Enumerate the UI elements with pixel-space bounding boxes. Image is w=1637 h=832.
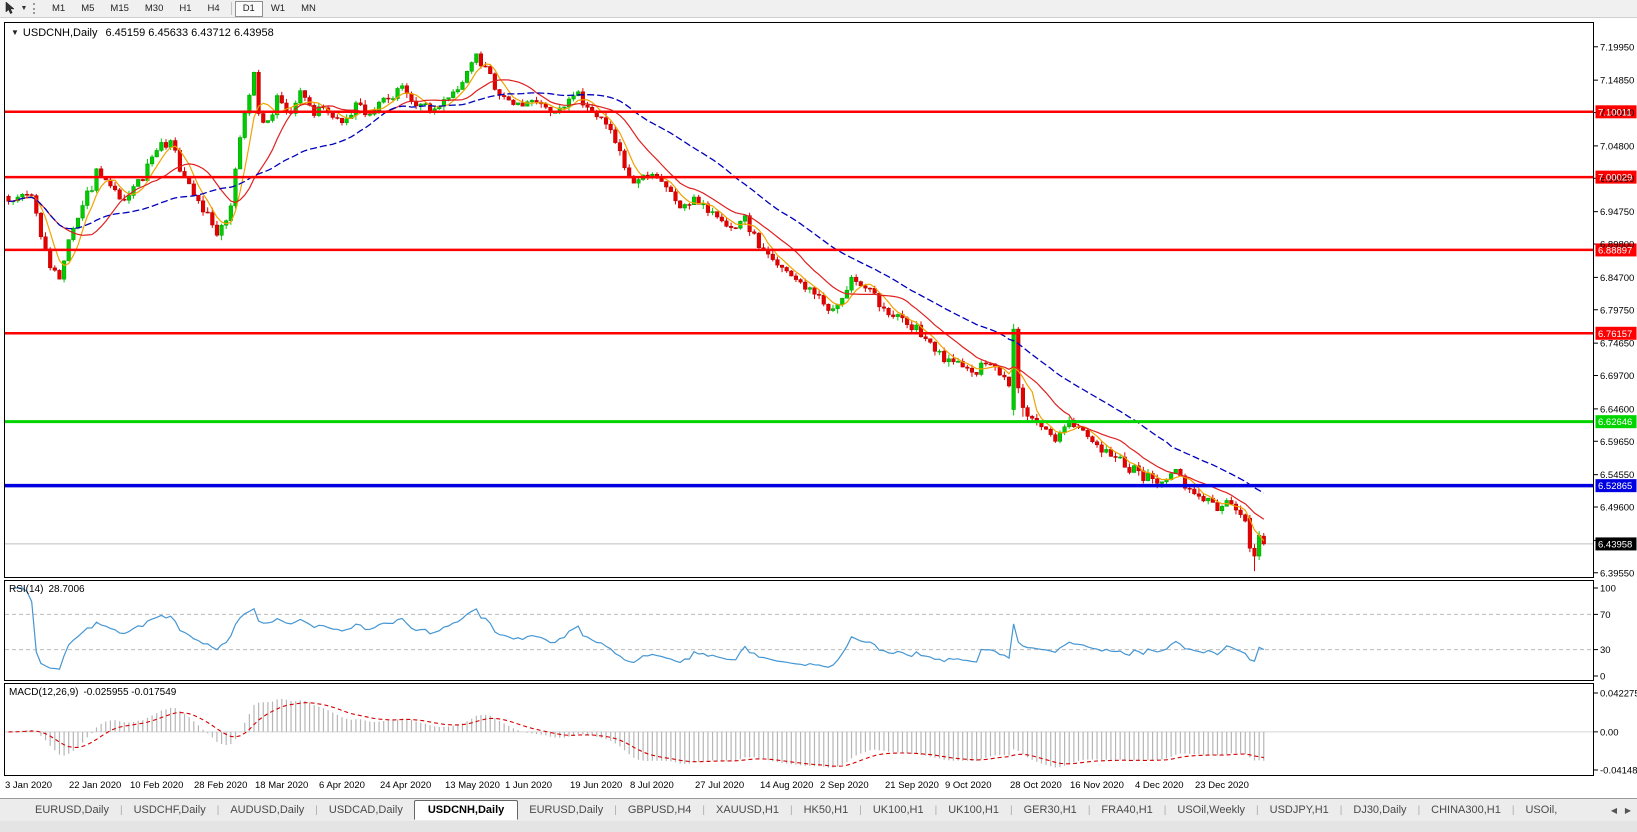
- level-price-label: 6.76157: [1598, 329, 1632, 340]
- svg-text:6.54550: 6.54550: [1600, 470, 1634, 481]
- mt4-window: ▼ M1 M5 M15 M30 H1 H4 D1 W1 MN ▼ USDCNH,Daily 6.45…: [0, 0, 1637, 832]
- tab-scroll-right-icon[interactable]: ▶: [1621, 803, 1635, 818]
- tab-scroll-left-icon[interactable]: ◀: [1607, 803, 1621, 818]
- date-axis: 3 Jan 2020 22 Jan 2020 10 Feb 2020 28 Feb 2…: [0, 777, 1637, 798]
- date-label: 23 Dec 2020: [1195, 780, 1249, 791]
- chart-tab-usdchf-daily[interactable]: USDCHF,Daily: [123, 801, 217, 819]
- chart-tab-gbpusd-h4[interactable]: GBPUSD,H4: [617, 801, 703, 819]
- date-label: 6 Apr 2020: [319, 780, 365, 791]
- svg-text:6.74650: 6.74650: [1600, 339, 1634, 350]
- ohlc-values: 6.45159 6.45633 6.43712 6.43958: [105, 27, 274, 39]
- level-price-label: 7.10011: [1598, 107, 1632, 118]
- chart-title: ▼ USDCNH,Daily 6.45159 6.45633 6.43712 6.4…: [11, 27, 274, 39]
- date-label: 22 Jan 2020: [69, 780, 122, 791]
- chart-tab-dj30-daily[interactable]: DJ30,Daily: [1342, 801, 1417, 819]
- chart-tab-china300-h1[interactable]: CHINA300,H1: [1420, 801, 1512, 819]
- date-label: 19 Jun 2020: [570, 780, 623, 791]
- chart-tab-bar: EURUSD,Daily | USDCHF,Daily | AUDUSD,Daily | U…: [0, 798, 1637, 821]
- svg-text:7.04800: 7.04800: [1600, 141, 1634, 152]
- date-label: 1 Jun 2020: [505, 780, 553, 791]
- svg-text:7.19950: 7.19950: [1600, 42, 1634, 53]
- date-label: 2 Sep 2020: [820, 780, 869, 791]
- svg-text:100: 100: [1600, 584, 1616, 595]
- macd-indicator-label: MACD(12,26,9) -0.025955 -0.017549: [9, 687, 181, 698]
- date-label: 13 May 2020: [445, 780, 500, 791]
- macd-title: MACD(12,26,9): [9, 687, 79, 698]
- svg-text:0.00: 0.00: [1600, 727, 1619, 738]
- svg-text:6.84700: 6.84700: [1600, 273, 1634, 284]
- chart-tab-usdcad-daily[interactable]: USDCAD,Daily: [318, 801, 414, 819]
- svg-text:0.042275: 0.042275: [1600, 689, 1637, 700]
- price-chart-canvas[interactable]: 7.199507.148507.099007.048006.998506.947…: [0, 0, 1637, 798]
- rsi-value: 28.7006: [48, 584, 85, 595]
- chart-tab-usdjpy-h1[interactable]: USDJPY,H1: [1259, 801, 1340, 819]
- svg-text:6.39550: 6.39550: [1600, 568, 1634, 579]
- date-label: 4 Dec 2020: [1135, 780, 1184, 791]
- tab-nav: ◀ ▶: [1603, 800, 1635, 820]
- date-label: 27 Jul 2020: [695, 780, 745, 791]
- chart-tab-xauusd-h1[interactable]: XAUUSD,H1: [705, 801, 790, 819]
- chart-tab-eurusd-daily[interactable]: EURUSD,Daily: [518, 801, 614, 819]
- svg-text:-0.04148: -0.04148: [1600, 765, 1637, 776]
- date-label: 28 Oct 2020: [1010, 780, 1062, 791]
- status-strip: [0, 821, 1637, 832]
- date-label: 8 Jul 2020: [630, 780, 674, 791]
- svg-text:30: 30: [1600, 645, 1611, 656]
- level-price-label: 6.43958: [1598, 539, 1632, 550]
- date-label: 3 Jan 2020: [5, 780, 53, 791]
- rsi-indicator-label: RSI(14) 28.7006: [9, 584, 90, 595]
- date-label: 14 Aug 2020: [760, 780, 814, 791]
- chart-tab-hk50-h1[interactable]: HK50,H1: [793, 801, 860, 819]
- macd-values: -0.025955 -0.017549: [83, 687, 177, 698]
- date-label: 10 Feb 2020: [130, 780, 184, 791]
- date-label: 16 Nov 2020: [1070, 780, 1124, 791]
- date-label: 24 Apr 2020: [380, 780, 432, 791]
- date-label: 9 Oct 2020: [945, 780, 992, 791]
- date-label: 18 Mar 2020: [255, 780, 309, 791]
- level-price-label: 7.00029: [1598, 173, 1632, 184]
- svg-text:6.94750: 6.94750: [1600, 207, 1634, 218]
- chart-tab-audusd-daily[interactable]: AUDUSD,Daily: [219, 801, 315, 819]
- chart-tab-usoil-[interactable]: USOil,: [1514, 801, 1568, 819]
- level-price-label: 6.88897: [1598, 245, 1632, 256]
- chart-tab-ger30-h1[interactable]: GER30,H1: [1013, 801, 1088, 819]
- chart-tab-usdcnh-daily[interactable]: USDCNH,Daily: [413, 800, 519, 820]
- chart-tab-uk100-h1[interactable]: UK100,H1: [862, 801, 935, 819]
- rsi-title: RSI(14): [9, 584, 44, 595]
- symbol-period-label: USDCNH,Daily: [22, 27, 98, 39]
- panel-splitter[interactable]: [4, 577, 1594, 580]
- symbol-dropdown-icon[interactable]: ▼: [11, 28, 19, 37]
- chart-tab-uk100-h1[interactable]: UK100,H1: [937, 801, 1010, 819]
- svg-text:6.69700: 6.69700: [1600, 371, 1634, 382]
- date-label: 28 Feb 2020: [194, 780, 248, 791]
- level-price-label: 6.52865: [1598, 481, 1632, 492]
- svg-text:6.64600: 6.64600: [1600, 404, 1634, 415]
- level-price-label: 6.62646: [1598, 417, 1632, 428]
- svg-text:7.14850: 7.14850: [1600, 76, 1634, 87]
- chart-tab-eurusd-daily[interactable]: EURUSD,Daily: [24, 801, 120, 819]
- svg-text:70: 70: [1600, 610, 1611, 621]
- date-label: 21 Sep 2020: [885, 780, 939, 791]
- svg-text:6.59650: 6.59650: [1600, 437, 1634, 448]
- chart-tab-fra40-h1[interactable]: FRA40,H1: [1090, 801, 1163, 819]
- chart-tab-usoil-weekly[interactable]: USOil,Weekly: [1166, 801, 1256, 819]
- svg-text:6.49600: 6.49600: [1600, 503, 1634, 514]
- svg-text:6.79750: 6.79750: [1600, 305, 1634, 316]
- panel-splitter[interactable]: [4, 680, 1594, 683]
- svg-text:0: 0: [1600, 672, 1605, 683]
